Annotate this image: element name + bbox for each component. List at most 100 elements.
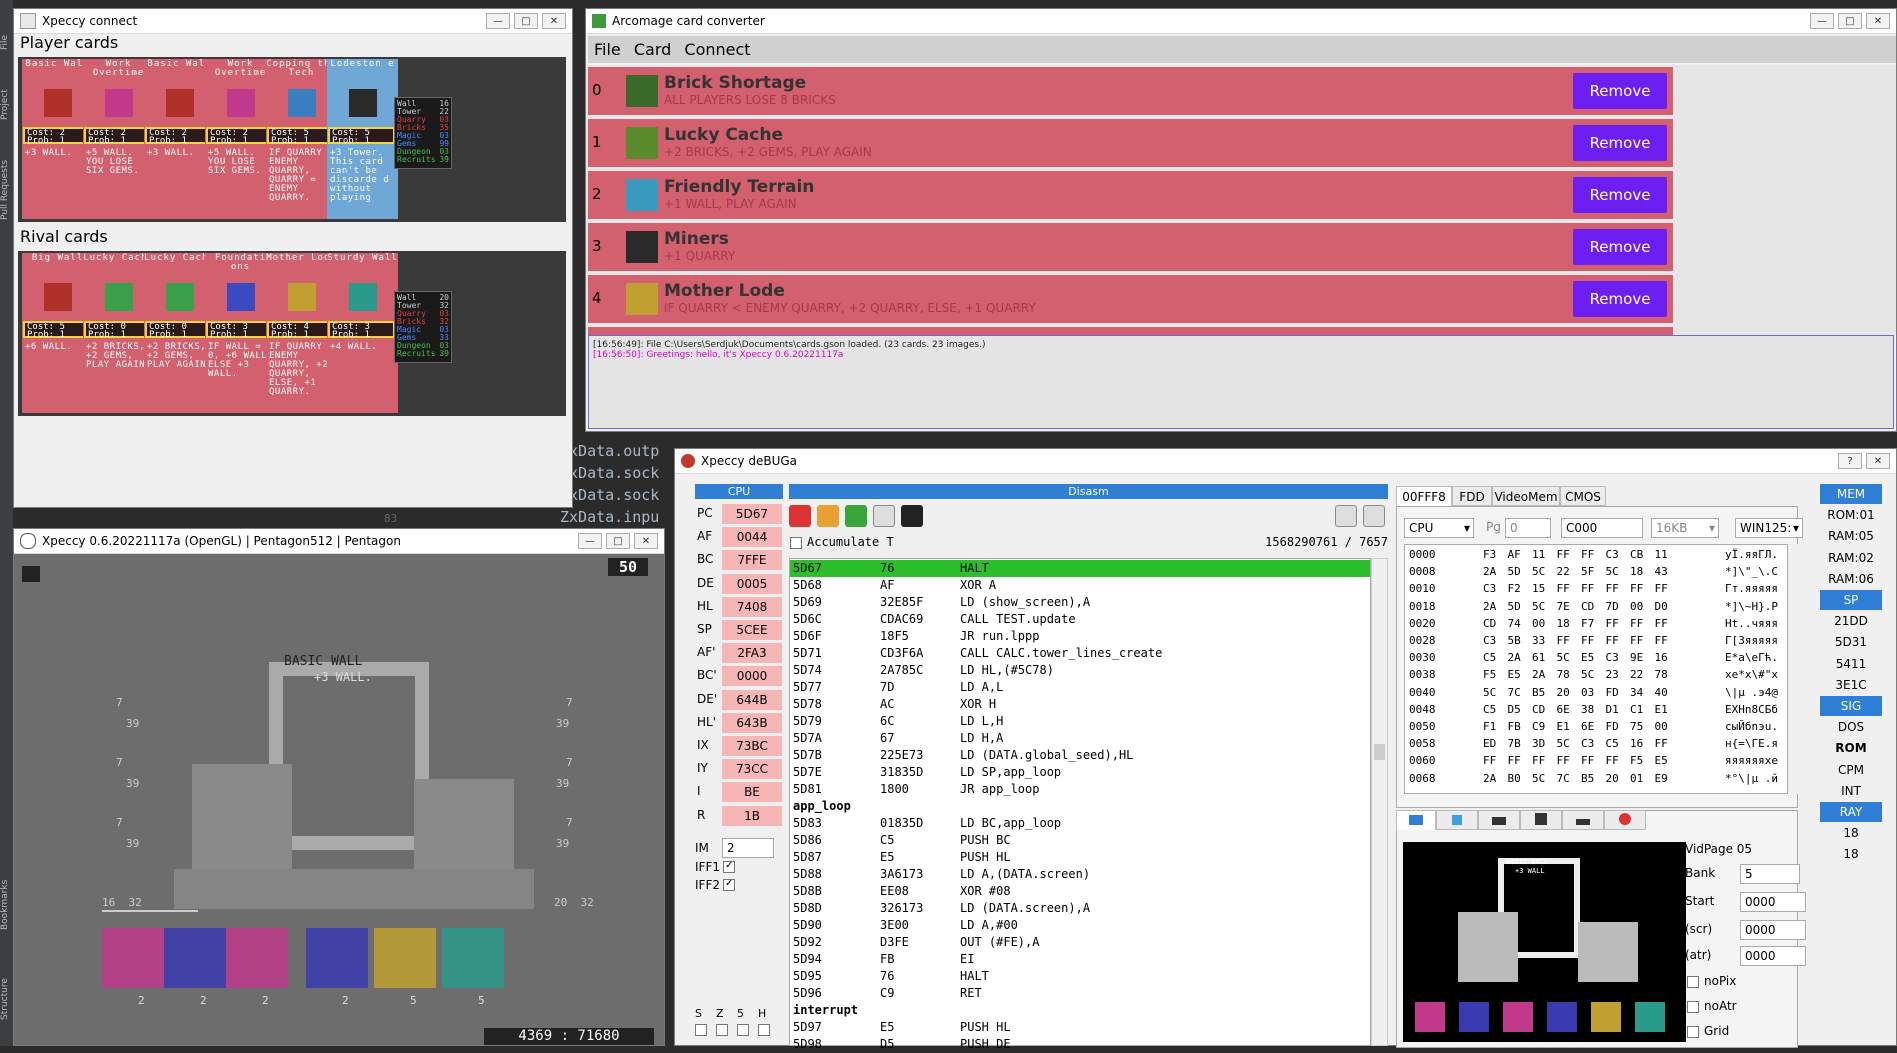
hex-byte[interactable]: FF	[1483, 752, 1496, 769]
hex-byte[interactable]: 2A	[1483, 770, 1496, 787]
hex-byte[interactable]: 7B	[1508, 735, 1521, 752]
hex-byte[interactable]: 00	[1655, 718, 1668, 735]
page-spinbox[interactable]: 0	[1505, 518, 1551, 538]
hex-byte[interactable]: 22	[1630, 666, 1643, 683]
memory-source-select[interactable]: CPU ▾	[1404, 518, 1474, 538]
hex-byte[interactable]: 7C	[1557, 770, 1570, 787]
camera-icon[interactable]	[901, 505, 923, 527]
hex-byte[interactable]: 20	[1557, 684, 1570, 701]
hand-card[interactable]	[102, 928, 164, 988]
hex-byte[interactable]: FF	[1655, 735, 1668, 752]
hex-byte[interactable]: 74	[1508, 615, 1521, 632]
card[interactable]: Sturdy Wall Cost: 3 Prob: 1 +4 WALL.	[327, 253, 398, 413]
ide-tab-pull-requests[interactable]: Pull Requests	[0, 140, 13, 220]
address-input[interactable]: C000	[1561, 518, 1643, 538]
hex-byte[interactable]: 5C	[1483, 684, 1496, 701]
codepage-select[interactable]: WIN125: ▾	[1735, 518, 1803, 538]
hex-byte[interactable]: CB	[1630, 546, 1643, 563]
hex-byte[interactable]: 5C	[1532, 563, 1545, 580]
hex-byte[interactable]: FF	[1557, 752, 1570, 769]
hex-byte[interactable]: FF	[1557, 580, 1570, 597]
hex-byte[interactable]: 7C	[1508, 684, 1521, 701]
save-icon[interactable]	[1363, 505, 1385, 527]
hex-byte[interactable]: F2	[1508, 580, 1521, 597]
register-value[interactable]: 5CEE	[722, 620, 782, 640]
maximize-button[interactable]: □	[514, 13, 538, 29]
hex-byte[interactable]: FF	[1655, 615, 1668, 632]
hex-byte[interactable]: FF	[1606, 752, 1619, 769]
tab-sound[interactable]	[1436, 810, 1478, 830]
hex-byte[interactable]: FF	[1606, 615, 1619, 632]
hex-byte[interactable]: F3	[1483, 546, 1496, 563]
disasm-line[interactable]: 5D94 FB EI	[790, 951, 1370, 968]
menu-connect[interactable]: Connect	[684, 40, 750, 59]
hex-byte[interactable]: CD	[1581, 598, 1594, 615]
disasm-line[interactable]: 5D7E 31835D LD SP,app_loop	[790, 764, 1370, 781]
disasm-line[interactable]: 5D74 2A785C LD HL,(#5C78)	[790, 662, 1370, 679]
hex-byte[interactable]: 5C	[1557, 735, 1570, 752]
hex-byte[interactable]: 34	[1630, 684, 1643, 701]
hex-byte[interactable]: FF	[1655, 580, 1668, 597]
flag-checkbox[interactable]	[716, 1024, 728, 1036]
memory-map-item[interactable]: 18	[1820, 823, 1882, 843]
memory-map-item[interactable]: RAM:02	[1820, 548, 1882, 568]
register-value[interactable]: 644B	[722, 689, 782, 710]
disasm-scrollbar[interactable]	[1371, 558, 1388, 1046]
hex-byte[interactable]: FF	[1630, 580, 1643, 597]
hex-byte[interactable]: 20	[1606, 770, 1619, 787]
minimize-button[interactable]: —	[578, 533, 602, 549]
iff2-checkbox[interactable]: ✓	[723, 878, 735, 891]
ide-tab-project[interactable]: Project	[0, 70, 13, 120]
tab-stop[interactable]	[1604, 810, 1646, 830]
hex-byte[interactable]: 5B	[1508, 632, 1521, 649]
minimize-button[interactable]: —	[486, 13, 510, 29]
hex-byte[interactable]: 5D	[1508, 563, 1521, 580]
hex-byte[interactable]: C3	[1581, 735, 1594, 752]
hex-byte[interactable]: D0	[1655, 598, 1668, 615]
nopix-checkbox[interactable]	[1687, 976, 1699, 988]
hex-scrollbar[interactable]	[1788, 544, 1800, 794]
disasm-line[interactable]: 5D78 AC XOR H	[790, 696, 1370, 713]
register-value[interactable]: 7408	[722, 596, 782, 617]
tab-rom[interactable]	[1562, 810, 1604, 830]
disasm-line[interactable]: 5D83 01835D LD BC,app_loop	[790, 815, 1370, 832]
hex-byte[interactable]: F7	[1581, 615, 1594, 632]
register-value[interactable]: 643B	[722, 712, 782, 733]
hex-byte[interactable]: C3	[1483, 632, 1496, 649]
hex-byte[interactable]: 75	[1630, 718, 1643, 735]
hex-byte[interactable]: C5	[1483, 649, 1496, 666]
menu-card[interactable]: Card	[634, 40, 671, 59]
hex-byte[interactable]: FF	[1581, 752, 1594, 769]
memory-map-item[interactable]: DOS	[1820, 717, 1882, 737]
start-input[interactable]: 0000	[1740, 892, 1806, 912]
register-value[interactable]: 1B	[722, 805, 782, 826]
disasm-line[interactable]: 5D79 6C LD L,H	[790, 713, 1370, 730]
register-value[interactable]: 0000	[722, 666, 782, 687]
hand-card[interactable]	[306, 928, 368, 988]
maximize-button[interactable]: □	[606, 533, 630, 549]
hex-byte[interactable]: D1	[1606, 701, 1619, 718]
edit-icon[interactable]	[873, 505, 895, 527]
disasm-line[interactable]: 5D68 AF XOR A	[790, 577, 1370, 594]
hex-byte[interactable]: 16	[1655, 649, 1668, 666]
disasm-line[interactable]: 5D77 7D LD A,L	[790, 679, 1370, 696]
accumulate-checkbox[interactable]	[790, 537, 802, 549]
hex-byte[interactable]: 6E	[1557, 701, 1570, 718]
flag-checkbox[interactable]	[737, 1024, 749, 1036]
hex-byte[interactable]: 2A	[1483, 563, 1496, 580]
tab-disk[interactable]	[1520, 810, 1562, 830]
hex-byte[interactable]: FF	[1581, 546, 1594, 563]
hex-byte[interactable]: E5	[1655, 752, 1668, 769]
hex-byte[interactable]: B5	[1581, 770, 1594, 787]
chart-icon[interactable]	[817, 505, 839, 527]
hex-byte[interactable]: 33	[1532, 632, 1545, 649]
hex-byte[interactable]: E5	[1508, 666, 1521, 683]
hex-byte[interactable]: F1	[1483, 718, 1496, 735]
disasm-line[interactable]: 5D7B 225E73 LD (DATA.global_seed),HL	[790, 747, 1370, 764]
hand-card[interactable]	[374, 928, 436, 988]
register-value[interactable]: 2FA3	[722, 643, 782, 664]
hex-byte[interactable]: CD	[1532, 701, 1545, 718]
close-button[interactable]: ✕	[1866, 13, 1890, 29]
hex-byte[interactable]: 7E	[1557, 598, 1570, 615]
hex-byte[interactable]: B0	[1508, 770, 1521, 787]
